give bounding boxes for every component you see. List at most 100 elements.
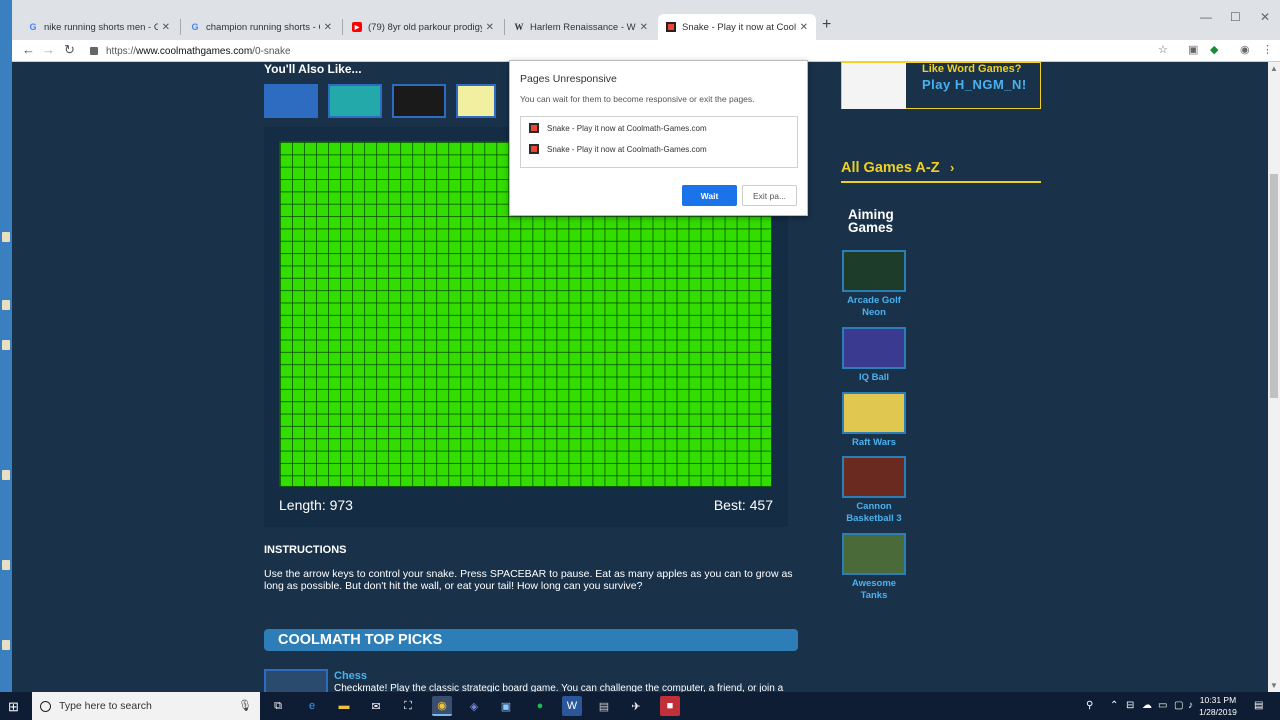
battery-icon[interactable]: ▭: [1158, 700, 1167, 711]
chess-thumbnail[interactable]: [264, 669, 328, 692]
store-icon[interactable]: ⛶: [398, 696, 418, 716]
chevron-right-icon: ›: [950, 160, 955, 175]
chess-description: Checkmate! Play the classic strategic bo…: [334, 683, 784, 692]
wait-button[interactable]: Wait: [682, 185, 737, 206]
discord-icon[interactable]: ◈: [464, 696, 484, 716]
file-explorer-icon[interactable]: ▬: [334, 696, 354, 716]
display-icon[interactable]: ▢: [1174, 700, 1183, 711]
reload-icon[interactable]: ↻: [64, 42, 75, 58]
task-view-icon[interactable]: ⧉: [268, 696, 288, 716]
unresponsive-pages-list: Snake - Play it now at Coolmath-Games.co…: [520, 116, 798, 168]
app-icon[interactable]: ✈: [626, 696, 646, 716]
hangman-ad[interactable]: Like Word Games? Play H_NGM_N!: [841, 62, 1041, 109]
desktop-icon[interactable]: [2, 232, 10, 242]
extension-icon[interactable]: ▣: [1188, 43, 1198, 56]
close-icon[interactable]: ✕: [162, 22, 170, 33]
close-icon[interactable]: ✕: [800, 22, 808, 33]
tab-separator: [504, 19, 505, 35]
tab-champion-shorts[interactable]: G champion running shorts - Goog ✕: [182, 14, 340, 40]
desktop-icon[interactable]: [2, 340, 10, 350]
top-picks-title: COOLMATH TOP PICKS: [278, 632, 443, 648]
related-game-thumbnail[interactable]: [328, 84, 382, 118]
related-game-thumbnail[interactable]: [264, 84, 318, 118]
sidebar-game-arcade-golf-neon[interactable]: Arcade Golf Neon: [842, 250, 906, 319]
taskbar-search-box[interactable]: Type here to search 🎙: [32, 692, 260, 720]
close-icon[interactable]: ✕: [324, 22, 332, 33]
google-icon: G: [191, 22, 199, 32]
best-score: Best: 457: [713, 497, 773, 513]
chevron-up-icon[interactable]: ⌃: [1110, 700, 1118, 711]
close-icon[interactable]: ✕: [486, 22, 494, 33]
forward-icon[interactable]: →: [42, 42, 55, 57]
wikipedia-icon: W: [514, 22, 524, 32]
desktop-icon[interactable]: [2, 640, 10, 650]
address-bar[interactable]: https://www.coolmathgames.com/0-snake: [90, 43, 291, 59]
extension-icon[interactable]: ◆: [1210, 43, 1218, 56]
close-icon[interactable]: ✕: [640, 22, 648, 33]
network-icon[interactable]: ⊟: [1126, 700, 1134, 711]
list-item: Snake - Play it now at Coolmath-Games.co…: [529, 121, 707, 135]
maximize-button[interactable]: ☐: [1230, 10, 1241, 24]
sidebar-game-raft-wars[interactable]: Raft Wars: [842, 392, 906, 449]
app-icon[interactable]: ▤: [594, 696, 614, 716]
coolmath-icon: [666, 22, 676, 32]
spotify-icon[interactable]: ●: [530, 696, 550, 716]
desktop-icon[interactable]: [2, 300, 10, 310]
scroll-down-icon[interactable]: ▼: [1270, 681, 1278, 690]
minimize-button[interactable]: —: [1200, 10, 1212, 24]
menu-kebab-icon[interactable]: ⋮: [1262, 43, 1273, 56]
related-game-thumbnail[interactable]: [392, 84, 446, 118]
desktop-icon[interactable]: [2, 470, 10, 480]
sidebar-game-awesome-tanks[interactable]: Awesome Tanks: [842, 533, 906, 602]
clock-time[interactable]: 10:31 PM: [1198, 695, 1238, 705]
lock-icon: [90, 47, 98, 55]
desktop-icon[interactable]: [2, 560, 10, 570]
related-game-thumbnail[interactable]: [456, 84, 496, 118]
notifications-icon[interactable]: ▤: [1254, 700, 1263, 711]
photos-icon[interactable]: ▣: [496, 696, 516, 716]
scroll-up-icon[interactable]: ▲: [1270, 64, 1278, 73]
game-thumbnail: [842, 327, 906, 369]
coolmath-icon: [529, 144, 539, 154]
onedrive-icon[interactable]: ☁: [1142, 700, 1152, 711]
chess-link[interactable]: Chess: [334, 670, 367, 682]
clock-date[interactable]: 1/28/2019: [1198, 707, 1238, 717]
scrollbar-thumb[interactable]: [1270, 174, 1278, 398]
people-icon[interactable]: ⚲: [1086, 700, 1093, 711]
bookmark-star-icon[interactable]: ☆: [1158, 43, 1168, 56]
volume-icon[interactable]: ♪: [1188, 700, 1193, 711]
windows-start-icon[interactable]: ⊞: [8, 699, 19, 715]
tab-youtube-parkour[interactable]: ▶ (79) 8yr old parkour prodigy is b ✕: [344, 14, 502, 40]
all-games-link[interactable]: All Games A-Z ›: [841, 159, 1041, 183]
tab-snake-coolmath[interactable]: Snake - Play it now at Coolmath ✕: [658, 14, 816, 40]
profile-icon[interactable]: ◉: [1240, 43, 1250, 56]
tab-nike-shorts[interactable]: G nike running shorts men - Googl ✕: [20, 14, 178, 40]
sidebar-game-cannon-basketball-3[interactable]: Cannon Basketball 3: [842, 456, 906, 525]
mail-icon[interactable]: ✉: [366, 696, 386, 716]
chrome-icon[interactable]: ◉: [432, 696, 452, 716]
cortana-icon: [40, 700, 51, 712]
game-thumbnail: [842, 392, 906, 434]
word-icon[interactable]: W: [562, 696, 582, 716]
close-window-button[interactable]: ✕: [1260, 10, 1270, 24]
sidebar-game-iq-ball[interactable]: IQ Ball: [842, 327, 906, 384]
page-scrollbar[interactable]: ▲ ▼: [1268, 62, 1280, 692]
exit-pages-button[interactable]: Exit pa...: [742, 185, 797, 206]
dialog-title: Pages Unresponsive: [520, 73, 617, 85]
google-icon: G: [29, 22, 37, 32]
list-item: Snake - Play it now at Coolmath-Games.co…: [529, 142, 707, 156]
coolmath-icon: [529, 123, 539, 133]
game-thumbnail: [842, 456, 906, 498]
tab-separator: [342, 19, 343, 35]
tab-bar: G nike running shorts men - Googl ✕ G ch…: [12, 0, 1280, 40]
pages-unresponsive-dialog: Pages Unresponsive You can wait for them…: [509, 60, 808, 216]
edge-icon[interactable]: e: [302, 696, 322, 716]
tab-wikipedia-harlem[interactable]: W Harlem Renaissance - Wikipedia ✕: [506, 14, 656, 40]
back-icon[interactable]: ←: [22, 42, 35, 57]
app-icon[interactable]: ■: [660, 696, 680, 716]
new-tab-button[interactable]: +: [822, 16, 831, 34]
instructions-text: Use the arrow keys to control your snake…: [264, 568, 793, 592]
dialog-message: You can wait for them to become responsi…: [520, 94, 755, 104]
microphone-icon[interactable]: 🎙: [238, 699, 252, 712]
hangman-illustration: [842, 63, 906, 109]
